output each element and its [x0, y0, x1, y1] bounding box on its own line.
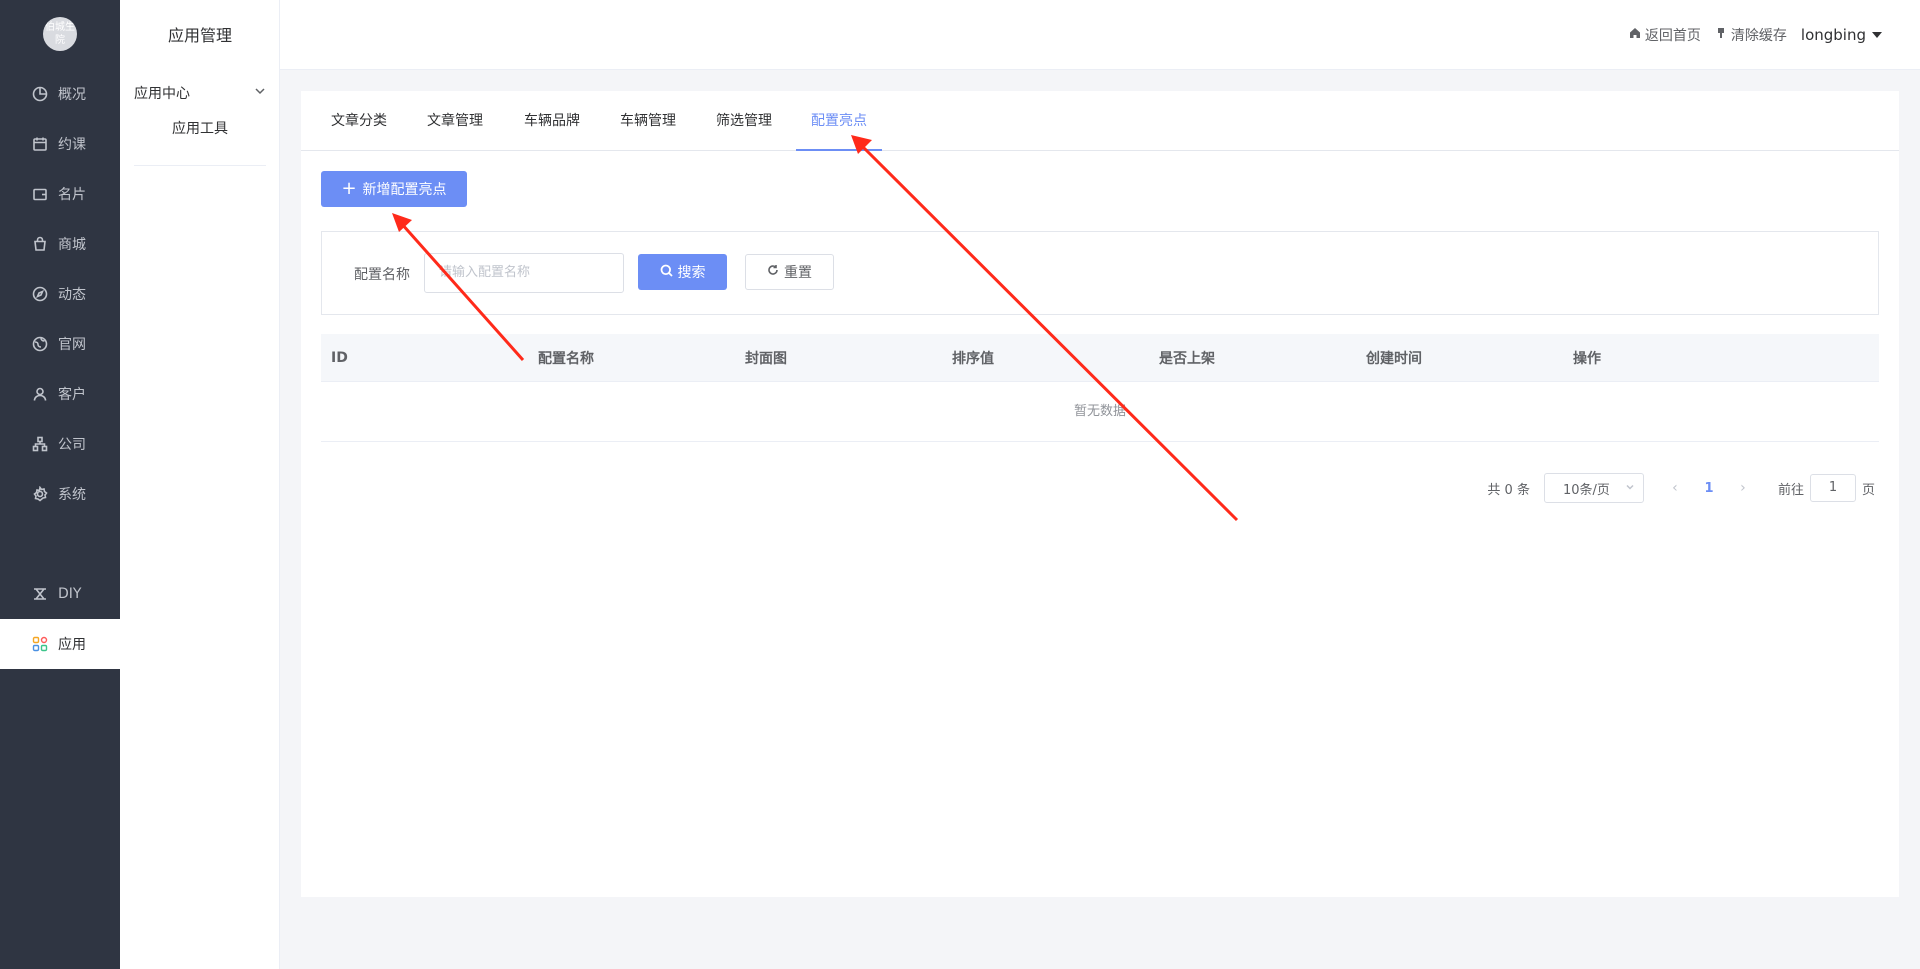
sidebar-item-website[interactable]: 官网	[0, 319, 120, 369]
sidebar-item-overview[interactable]: 概况	[0, 69, 120, 119]
clear-cache-label: 清除缓存	[1730, 28, 1787, 44]
tab-filter-management[interactable]: 筛选管理	[701, 91, 787, 151]
subnav-title: 应用管理	[167, 26, 232, 45]
sub-sidebar: 应用管理 应用中心 应用工具	[120, 0, 280, 969]
sidebar-item-label: 名片	[58, 187, 86, 203]
plus-icon: +	[341, 178, 357, 199]
add-config-highlight-button[interactable]: + 新增配置亮点	[321, 171, 467, 207]
sidebar-item-feed[interactable]: 动态	[0, 269, 120, 319]
table-header: ID 配置名称 封面图 排序值 是否上架 创建时间 操作	[321, 334, 1879, 382]
subnav-group-app-center[interactable]: 应用中心	[134, 82, 266, 104]
goto-page: 前往 1 页	[1778, 474, 1875, 502]
sidebar-item-label: 动态	[58, 287, 86, 303]
globe-icon	[32, 336, 48, 352]
calendar-icon	[32, 136, 48, 152]
page-size-select[interactable]: 10条/页	[1543, 473, 1644, 503]
pagination: 共 0 条 10条/页 ‹ 1 › 前往 1 页	[1487, 473, 1875, 503]
sidebar-item-label: DIY	[58, 586, 82, 602]
page-number-current[interactable]: 1	[1690, 481, 1728, 496]
reset-button[interactable]: 重置	[745, 254, 834, 290]
wallet-icon	[32, 186, 48, 202]
config-name-label: 配置名称	[354, 267, 410, 283]
tab-article-management[interactable]: 文章管理	[412, 91, 498, 151]
brush-icon	[1715, 27, 1727, 43]
column-header-id: ID	[331, 349, 348, 366]
column-header-config-name: 配置名称	[538, 350, 594, 367]
sidebar-item-company[interactable]: 公司	[0, 419, 120, 469]
column-header-sort: 排序值	[952, 350, 994, 367]
add-button-label: 新增配置亮点	[362, 182, 447, 198]
home-link-label: 返回首页	[1644, 28, 1701, 44]
search-button-label: 搜索	[677, 265, 706, 281]
sidebar-item-booking[interactable]: 约课	[0, 119, 120, 169]
sidebar-item-label: 官网	[58, 337, 86, 353]
sidebar-item-system[interactable]: 系统	[0, 469, 120, 519]
chevron-down-icon	[1625, 481, 1635, 496]
search-button[interactable]: 搜索	[638, 254, 727, 290]
table-empty-state: 暂无数据	[321, 382, 1879, 442]
tab-article-category[interactable]: 文章分类	[316, 91, 402, 151]
subnav-divider	[134, 165, 266, 166]
config-name-input[interactable]: 请输入配置名称	[424, 253, 624, 293]
pie-chart-icon	[32, 86, 48, 102]
goto-page-input[interactable]: 1	[1809, 474, 1856, 502]
next-page-button[interactable]: ›	[1728, 480, 1758, 496]
tab-config-highlights[interactable]: 配置亮点	[796, 91, 882, 151]
sidebar-item-label: 客户	[58, 387, 86, 403]
tab-bar: 文章分类 文章管理 车辆品牌 车辆管理 筛选管理 配置亮点	[301, 91, 1899, 151]
compass-icon	[32, 286, 48, 302]
page-size-value: 10条/页	[1562, 482, 1610, 498]
shopping-bag-icon	[32, 236, 48, 252]
sidebar-item-label: 系统	[58, 487, 86, 503]
sidebar-item-label: 约课	[58, 137, 86, 153]
sidebar-item-card[interactable]: 名片	[0, 169, 120, 219]
sidebar-item-mall[interactable]: 商城	[0, 219, 120, 269]
username: longbing	[1800, 26, 1866, 44]
column-header-actions: 操作	[1573, 350, 1601, 367]
refresh-icon	[767, 264, 779, 280]
column-header-cover: 封面图	[745, 350, 787, 367]
prev-page-button[interactable]: ‹	[1660, 480, 1690, 496]
subnav-group-label: 应用中心	[134, 86, 190, 102]
user-menu[interactable]: longbing	[1801, 26, 1882, 44]
data-table: ID 配置名称 封面图 排序值 是否上架 创建时间 操作 暂无数据	[321, 334, 1879, 442]
chevron-down-icon	[254, 85, 266, 101]
column-header-listed: 是否上架	[1159, 350, 1215, 367]
top-header: 返回首页 清除缓存 longbing	[280, 0, 1920, 70]
caret-down-icon	[1872, 32, 1882, 38]
org-chart-icon	[32, 436, 48, 452]
home-icon	[1629, 27, 1641, 43]
column-header-created: 创建时间	[1366, 350, 1422, 367]
search-icon	[660, 264, 673, 281]
brand-logo[interactable]: 伯城生院	[43, 17, 77, 51]
sidebar-item-customer[interactable]: 客户	[0, 369, 120, 419]
sidebar-item-label: 公司	[58, 437, 86, 453]
reset-button-label: 重置	[784, 265, 812, 281]
tab-vehicle-brand[interactable]: 车辆品牌	[509, 91, 595, 151]
gear-icon	[32, 486, 48, 502]
sidebar-item-apps[interactable]: 应用	[0, 619, 120, 669]
clear-cache-button[interactable]: 清除缓存	[1715, 25, 1787, 45]
sidebar-item-label: 商城	[58, 237, 86, 253]
subnav-item-app-tools[interactable]: 应用工具	[134, 118, 266, 138]
content-card: 文章分类 文章管理 车辆品牌 车辆管理 筛选管理 配置亮点 + 新增配置亮点 配…	[301, 91, 1899, 897]
tab-vehicle-management[interactable]: 车辆管理	[605, 91, 691, 151]
pagination-total: 共 0 条	[1487, 482, 1530, 498]
sidebar-item-label: 应用	[58, 637, 86, 653]
goto-prefix: 前往	[1777, 482, 1804, 498]
sidebar-item-label: 概况	[58, 87, 86, 103]
sidebar-item-diy[interactable]: DIY	[0, 569, 120, 619]
user-icon	[32, 386, 48, 402]
diy-icon	[32, 586, 48, 602]
search-panel: 配置名称 请输入配置名称 搜索 重置	[321, 231, 1879, 315]
home-link[interactable]: 返回首页	[1629, 25, 1701, 45]
main-sidebar: 伯城生院 概况 约课 名片 商城 动态 官网 客户 公司 系统 DIY 应用	[0, 0, 120, 969]
goto-suffix: 页	[1861, 482, 1875, 498]
apps-grid-icon	[32, 636, 48, 652]
